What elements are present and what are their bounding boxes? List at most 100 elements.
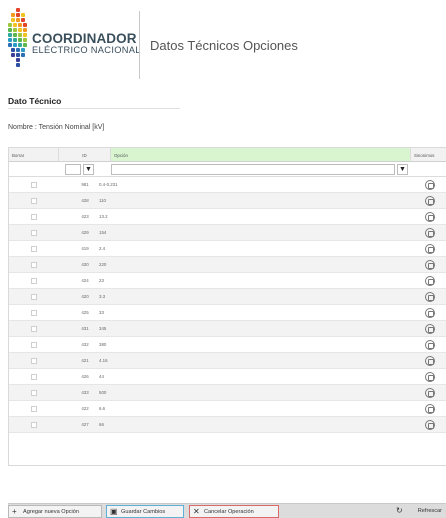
synonyms-icon[interactable] <box>425 372 435 382</box>
synonyms-icon[interactable] <box>425 244 435 254</box>
row-id: 426 <box>81 374 89 379</box>
delete-checkbox[interactable] <box>31 326 37 332</box>
row-opcion: 2.4 <box>99 246 106 251</box>
row-opcion: 3.3 <box>99 294 106 299</box>
table-row[interactable]: 427 66 <box>9 417 446 433</box>
delete-checkbox[interactable] <box>31 198 37 204</box>
table-row[interactable]: 429 154 <box>9 225 446 241</box>
options-grid: Borrar ID Opción Sinonimos ▼ ▼ 981 0.4-0.… <box>8 147 446 466</box>
row-opcion: 6.6 <box>99 406 106 411</box>
delete-checkbox[interactable] <box>31 422 37 428</box>
save-changes-button[interactable]: ▣ Guardar Cambios <box>106 505 184 518</box>
refresh-icon: ↻ <box>396 506 403 515</box>
table-row[interactable]: 428 110 <box>9 193 446 209</box>
delete-checkbox[interactable] <box>31 390 37 396</box>
page-title: Datos Técnicos Opciones <box>150 38 298 53</box>
table-row[interactable]: 421 4.16 <box>9 353 446 369</box>
table-row[interactable]: 426 44 <box>9 369 446 385</box>
row-id: 430 <box>81 262 89 267</box>
table-row[interactable]: 431 345 <box>9 321 446 337</box>
grid-rows: 981 0.4-0.231 428 110 423 13.2 429 154 419 2.4 430… <box>9 177 446 433</box>
row-id: 421 <box>81 358 89 363</box>
table-row[interactable]: 423 13.2 <box>9 209 446 225</box>
table-row[interactable]: 433 500 <box>9 385 446 401</box>
row-id: 424 <box>81 278 89 283</box>
synonyms-icon[interactable] <box>425 356 435 366</box>
row-id: 432 <box>81 342 89 347</box>
synonyms-icon[interactable] <box>425 340 435 350</box>
synonyms-icon[interactable] <box>425 292 435 302</box>
row-opcion: 500 <box>99 390 107 395</box>
table-row[interactable]: 981 0.4-0.231 <box>9 177 446 193</box>
delete-checkbox[interactable] <box>31 230 37 236</box>
delete-checkbox[interactable] <box>31 214 37 220</box>
delete-checkbox[interactable] <box>31 310 37 316</box>
brand-sub-text: ELÉCTRICO NACIONAL <box>32 45 141 55</box>
synonyms-icon[interactable] <box>425 404 435 414</box>
id-filter-button[interactable]: ▼ <box>83 164 94 175</box>
column-header-opcion[interactable]: Opción <box>111 148 411 162</box>
add-option-button[interactable]: + Agregar nueva Opción <box>8 505 102 518</box>
row-opcion: 154 <box>99 230 107 235</box>
synonyms-icon[interactable] <box>425 388 435 398</box>
row-id: 429 <box>81 230 89 235</box>
table-row[interactable]: 430 220 <box>9 257 446 273</box>
row-opcion: 23 <box>99 278 104 283</box>
cancel-operation-button[interactable]: ✕ Cancelar Operación <box>189 505 279 518</box>
refresh-label: Refrescar <box>417 508 442 514</box>
delete-checkbox[interactable] <box>31 358 37 364</box>
delete-checkbox[interactable] <box>31 182 37 188</box>
delete-checkbox[interactable] <box>31 246 37 252</box>
synonyms-icon[interactable] <box>425 308 435 318</box>
delete-checkbox[interactable] <box>31 262 37 268</box>
synonyms-icon[interactable] <box>425 260 435 270</box>
synonyms-icon[interactable] <box>425 276 435 286</box>
row-id: 420 <box>81 294 89 299</box>
table-row[interactable]: 420 3.3 <box>9 289 446 305</box>
row-opcion: 380 <box>99 342 107 347</box>
row-id: 419 <box>81 246 89 251</box>
table-row[interactable]: 422 6.6 <box>9 401 446 417</box>
plus-icon: + <box>12 507 17 516</box>
column-header-sinonimos[interactable]: Sinonimos <box>411 148 446 162</box>
add-option-label: Agregar nueva Opción <box>23 509 79 515</box>
row-id: 422 <box>81 406 89 411</box>
synonyms-icon[interactable] <box>425 228 435 238</box>
synonyms-icon[interactable] <box>425 212 435 222</box>
opcion-filter-input[interactable] <box>111 164 395 175</box>
action-bar: + Agregar nueva Opción ▣ Guardar Cambios… <box>8 503 446 518</box>
row-opcion: 13.2 <box>99 214 108 219</box>
table-row[interactable]: 419 2.4 <box>9 241 446 257</box>
row-opcion: 44 <box>99 374 104 379</box>
synonyms-icon[interactable] <box>425 196 435 206</box>
delete-checkbox[interactable] <box>31 374 37 380</box>
filter-icon: ▼ <box>399 166 406 173</box>
row-id: 423 <box>81 214 89 219</box>
column-header-borrar[interactable]: Borrar <box>9 148 59 162</box>
delete-checkbox[interactable] <box>31 342 37 348</box>
row-id: 431 <box>81 326 89 331</box>
row-id: 425 <box>81 310 89 315</box>
delete-checkbox[interactable] <box>31 278 37 284</box>
id-filter-input[interactable] <box>65 164 81 175</box>
cancel-operation-label: Cancelar Operación <box>204 509 254 515</box>
brand-main-text: COORDINADOR <box>32 31 137 46</box>
row-opcion: 4.16 <box>99 358 108 363</box>
filter-icon: ▼ <box>85 166 92 173</box>
column-header-id[interactable]: ID <box>59 148 111 162</box>
table-row[interactable]: 425 33 <box>9 305 446 321</box>
table-row[interactable]: 432 380 <box>9 337 446 353</box>
synonyms-icon[interactable] <box>425 324 435 334</box>
table-row[interactable]: 424 23 <box>9 273 446 289</box>
synonyms-icon[interactable] <box>425 420 435 430</box>
row-opcion: 66 <box>99 422 104 427</box>
delete-checkbox[interactable] <box>31 294 37 300</box>
refresh-button[interactable]: ↻ Refrescar <box>394 505 444 518</box>
row-id: 981 <box>81 182 89 187</box>
filter-row: ▼ ▼ <box>9 162 446 177</box>
opcion-filter-button[interactable]: ▼ <box>397 164 408 175</box>
brand-name: COORDINADOR ELÉCTRICO NACIONAL <box>32 31 141 55</box>
section-title: Dato Técnico <box>8 96 62 106</box>
delete-checkbox[interactable] <box>31 406 37 412</box>
synonyms-icon[interactable] <box>425 180 435 190</box>
